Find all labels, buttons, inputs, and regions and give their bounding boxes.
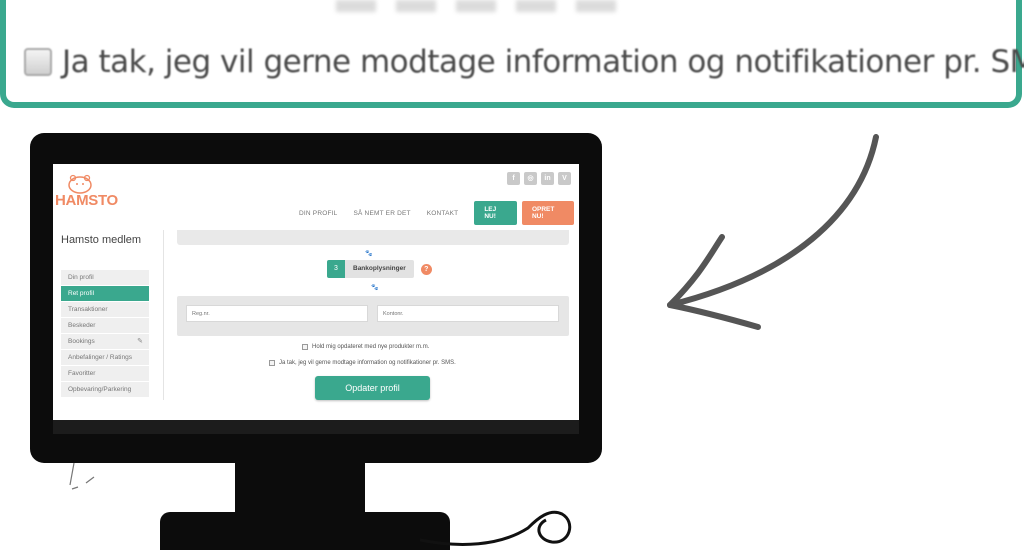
- brand-logo[interactable]: HAMSTO: [55, 174, 123, 209]
- previous-section-panel: [177, 230, 569, 245]
- linkedin-icon[interactable]: in: [541, 172, 554, 185]
- step-number: 3: [327, 260, 345, 278]
- sidebar-divider: [163, 230, 164, 400]
- paw-icon: 🐾: [371, 285, 379, 291]
- main-nav: DIN PROFIL SÅ NEMT ER DET KONTAKT LEJ NU…: [299, 201, 579, 225]
- facebook-icon[interactable]: f: [507, 172, 520, 185]
- sidebar-item-anbefalinger[interactable]: Anbefalinger / Ratings: [61, 350, 149, 366]
- account-number-input[interactable]: [377, 305, 559, 322]
- rent-now-button[interactable]: LEJ NU!: [474, 201, 517, 225]
- sms-checkbox[interactable]: [269, 360, 275, 366]
- cropped-text-fragment: [336, 0, 636, 12]
- zoom-sms-label: Ja tak, jeg vil gerne modtage informatio…: [62, 44, 1024, 80]
- website-screen: f ◎ in V HAMSTO DIN PROFIL SÅ NEMT ER DE…: [53, 164, 579, 420]
- sidebar-item-ret-profil[interactable]: Ret profil: [61, 286, 149, 302]
- sidebar-item-label: Bookings: [68, 338, 95, 345]
- brand-name: HAMSTO: [55, 192, 118, 209]
- sms-label: Ja tak, jeg vil gerne modtage informatio…: [279, 360, 456, 366]
- sidebar-menu: Din profil Ret profil Transaktioner Besk…: [61, 270, 149, 398]
- hamster-logo-icon: [68, 174, 92, 194]
- hand-drawn-arrow-icon: [667, 134, 879, 330]
- sidebar-item-favoritter[interactable]: Favoritter: [61, 366, 149, 382]
- zoom-sms-checkbox: [24, 48, 52, 76]
- zoom-callout: Ja tak, jeg vil gerne modtage informatio…: [0, 0, 1024, 108]
- newsletter-checkbox[interactable]: [302, 344, 308, 350]
- sidebar-item-opbevaring[interactable]: Opbevaring/Parkering: [61, 382, 149, 398]
- newsletter-option[interactable]: Hold mig opdateret med nye produkter m.m…: [302, 344, 429, 350]
- sidebar-item-bookings[interactable]: Bookings ✎: [61, 334, 149, 350]
- create-now-button[interactable]: OPRET NU!: [521, 201, 574, 225]
- screen-bottom-edge: [53, 420, 579, 434]
- update-profile-button[interactable]: Opdater profil: [315, 376, 430, 400]
- social-links: f ◎ in V: [507, 172, 571, 185]
- step-title: Bankoplysninger: [345, 260, 414, 278]
- sidebar-title: Hamsto medlem: [61, 234, 142, 246]
- monitor-stand-base: [160, 512, 450, 550]
- newsletter-label: Hold mig opdateret med nye produkter m.m…: [312, 344, 430, 350]
- instagram-icon[interactable]: ◎: [524, 172, 537, 185]
- sms-option[interactable]: Ja tak, jeg vil gerne modtage informatio…: [269, 360, 456, 366]
- sidebar-item-din-profil[interactable]: Din profil: [61, 270, 149, 286]
- sidebar-item-transaktioner[interactable]: Transaktioner: [61, 302, 149, 318]
- sidebar-item-beskeder[interactable]: Beskeder: [61, 318, 149, 334]
- nav-link-din-profil[interactable]: DIN PROFIL: [299, 210, 337, 217]
- sketch-marks-icon: [69, 462, 95, 490]
- monitor-stand-neck: [235, 458, 365, 520]
- cable-doodle-icon: [420, 510, 572, 546]
- zoom-sms-consent-row: Ja tak, jeg vil gerne modtage informatio…: [24, 44, 1024, 80]
- pencil-icon: ✎: [137, 338, 143, 345]
- nav-link-kontakt[interactable]: KONTAKT: [427, 210, 459, 217]
- vimeo-icon[interactable]: V: [558, 172, 571, 185]
- reg-number-input[interactable]: [186, 305, 368, 322]
- paw-icon: 🐾: [365, 251, 373, 257]
- nav-link-saa-nemt[interactable]: SÅ NEMT ER DET: [353, 210, 410, 217]
- help-icon[interactable]: ?: [420, 263, 432, 275]
- step-header: 3 Bankoplysninger ?: [327, 260, 432, 278]
- bank-details-panel: [177, 296, 569, 336]
